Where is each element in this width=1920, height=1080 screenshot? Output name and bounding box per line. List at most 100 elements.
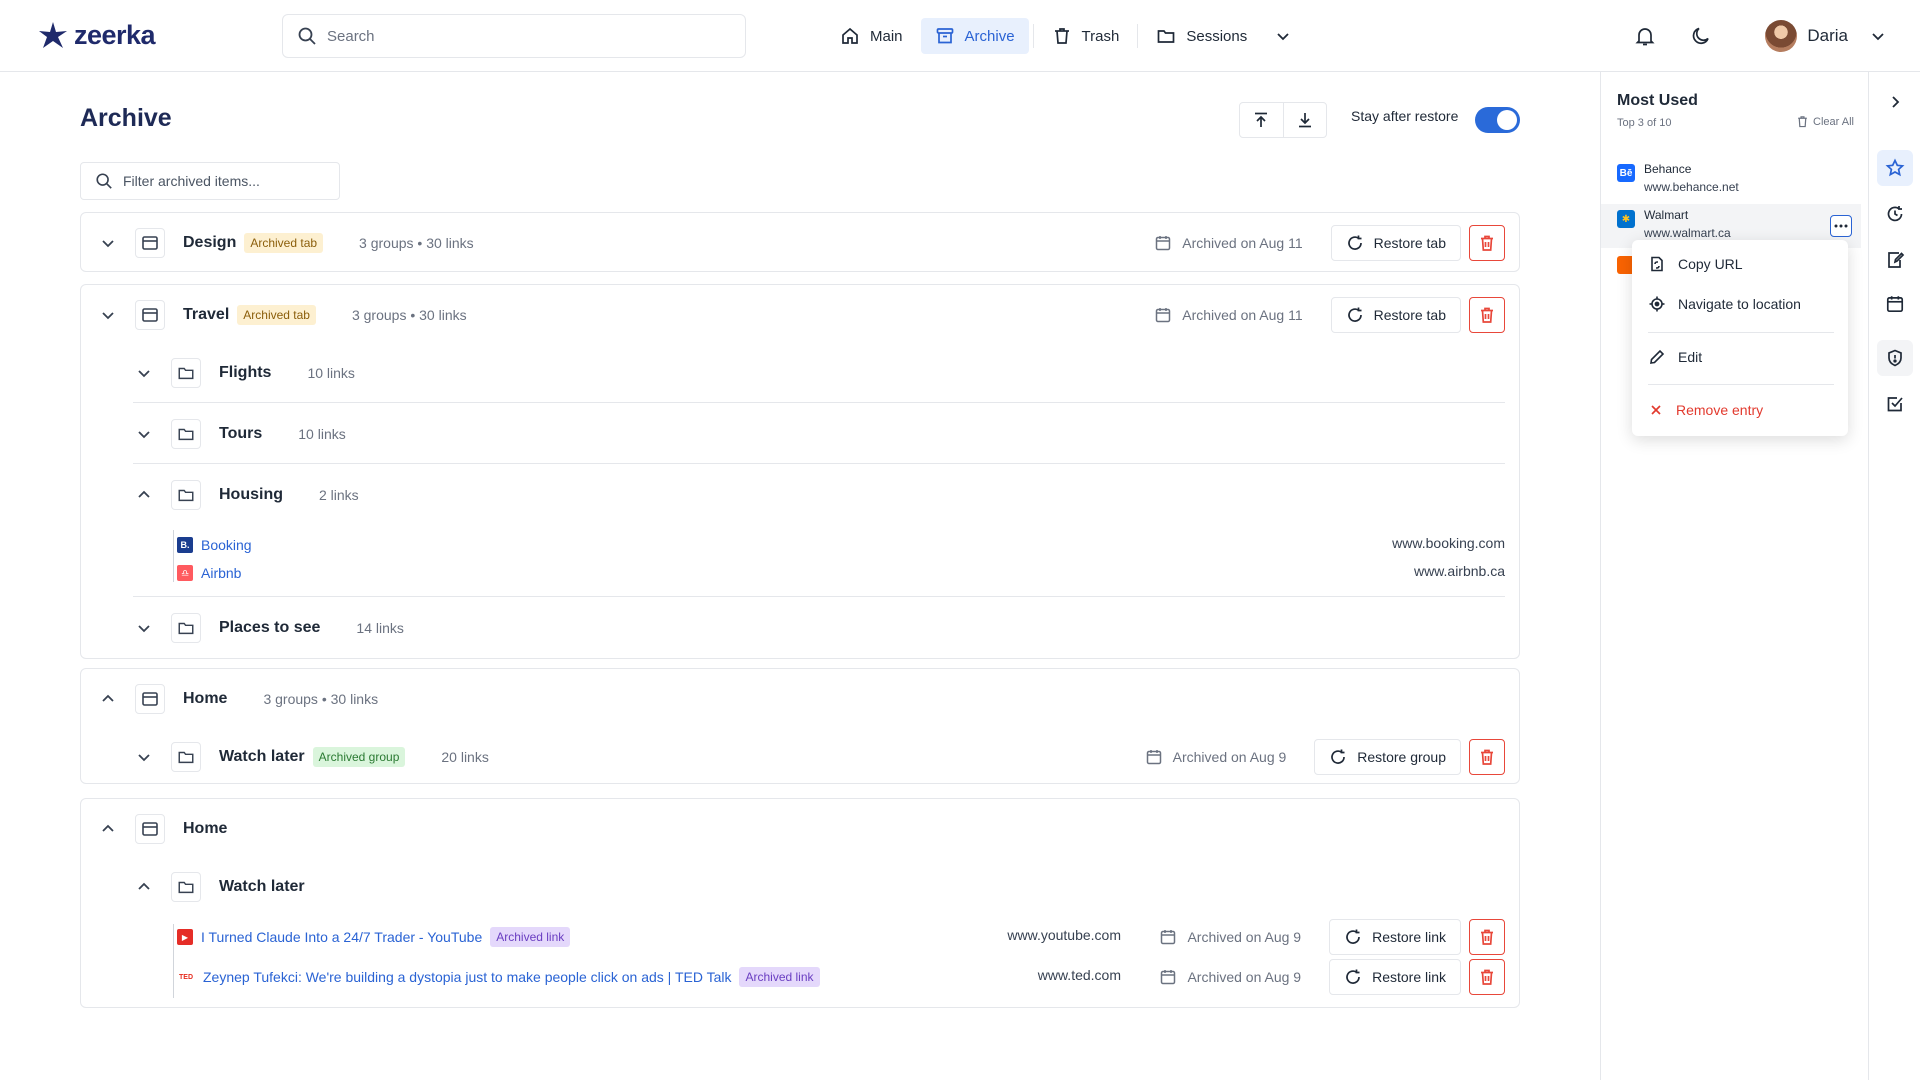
chevron-down-icon <box>138 754 150 762</box>
restore-icon <box>1346 929 1360 944</box>
rail-notes[interactable] <box>1877 242 1913 278</box>
moon-icon <box>1690 25 1712 47</box>
browser-tab-icon <box>135 300 165 330</box>
user-menu[interactable]: Daria <box>1765 20 1886 52</box>
tab-title: Travel <box>183 306 230 323</box>
theme-toggle-button[interactable] <box>1681 16 1721 56</box>
rail-tasks[interactable] <box>1877 386 1913 422</box>
chevron-up-icon <box>102 824 114 832</box>
tab-actions: Archived on Aug 11 Restore tab <box>1154 225 1505 261</box>
delete-button[interactable] <box>1469 297 1505 333</box>
restore-link-button[interactable]: Restore link <box>1329 959 1461 995</box>
chevron-up-icon <box>138 882 150 890</box>
stay-after-restore-toggle[interactable] <box>1475 107 1520 133</box>
filter-input[interactable] <box>123 173 323 189</box>
page-title: Archive <box>80 104 172 132</box>
logo[interactable]: zeerka <box>38 20 156 51</box>
tab-actions: Archived on Aug 11 Restore tab <box>1154 297 1505 333</box>
group-meta: 10 links <box>307 365 355 381</box>
tab-title: Design <box>183 234 237 251</box>
menu-copy-url[interactable]: Copy URL <box>1632 246 1848 282</box>
expand-button[interactable] <box>131 615 157 641</box>
group-row: Watch later Archived group 20 links Arch… <box>81 729 1519 785</box>
airbnb-favicon-icon: ♎ <box>177 565 193 581</box>
rail-calendar[interactable] <box>1877 286 1913 322</box>
trash-icon <box>1052 26 1072 46</box>
collapse-panel-button[interactable] <box>1877 84 1913 120</box>
collapse-button[interactable] <box>131 482 157 508</box>
nav-main-label: Main <box>870 27 903 45</box>
expand-button[interactable] <box>95 230 121 256</box>
folder-icon <box>1156 26 1176 46</box>
user-name: Daria <box>1807 26 1848 45</box>
star-icon <box>1885 158 1905 177</box>
rail-favorites[interactable] <box>1877 150 1913 186</box>
calendar-icon <box>1161 930 1176 945</box>
expand-button[interactable] <box>131 744 157 770</box>
item-name: Walmart <box>1644 208 1689 222</box>
nav-sessions[interactable]: Sessions <box>1142 18 1261 54</box>
expand-button[interactable] <box>95 302 121 328</box>
archived-date: Archived on Aug 9 <box>1145 748 1287 766</box>
restore-tab-button[interactable]: Restore tab <box>1330 297 1461 333</box>
expand-button[interactable] <box>131 360 157 386</box>
filter-box[interactable] <box>80 162 340 200</box>
delete-button[interactable] <box>1469 739 1505 775</box>
restore-link-button[interactable]: Restore link <box>1329 919 1461 955</box>
ted-favicon-icon: TED <box>177 969 195 985</box>
archived-tab-card: Design Archived tab 3 groups • 30 links … <box>80 212 1520 272</box>
link-title: Booking <box>201 537 252 553</box>
nav-trash[interactable]: Trash <box>1038 18 1134 54</box>
most-used-panel: Most Used Top 3 of 10 Clear All Bē Behan… <box>1600 72 1868 1080</box>
folder-icon <box>171 613 201 643</box>
notifications-button[interactable] <box>1625 16 1665 56</box>
walmart-favicon-icon: ✱ <box>1617 210 1635 228</box>
link-url: www.youtube.com <box>1007 927 1121 943</box>
search-box[interactable] <box>282 14 746 58</box>
status-badge: Archived link <box>739 967 820 987</box>
folder-icon <box>171 358 201 388</box>
rail-security[interactable] <box>1877 340 1913 376</box>
rail-history[interactable] <box>1877 196 1913 232</box>
delete-button[interactable] <box>1469 919 1505 955</box>
expand-button[interactable] <box>131 421 157 447</box>
sessions-dropdown-button[interactable] <box>1265 18 1301 54</box>
download-button[interactable] <box>1282 103 1326 137</box>
tab-title: Home <box>183 820 228 837</box>
most-used-item[interactable]: Bē Behance www.behance.net <box>1601 158 1861 202</box>
menu-navigate[interactable]: Navigate to location <box>1632 286 1848 322</box>
search-input[interactable] <box>327 27 707 45</box>
more-options-button[interactable] <box>1830 215 1852 237</box>
collapse-button[interactable] <box>131 874 157 900</box>
delete-button[interactable] <box>1469 225 1505 261</box>
behance-favicon-icon: Bē <box>1617 164 1635 182</box>
restore-tab-label: Restore tab <box>1373 235 1446 251</box>
link-item[interactable]: ♎ Airbnb <box>177 563 241 583</box>
delete-button[interactable] <box>1469 959 1505 995</box>
menu-edit[interactable]: Edit <box>1632 339 1848 375</box>
menu-remove-entry[interactable]: Remove entry <box>1632 392 1848 428</box>
group-title: Flights <box>219 364 272 381</box>
export-button[interactable] <box>1240 103 1283 137</box>
calendar-icon <box>1146 750 1161 765</box>
upload-icon <box>1252 111 1270 129</box>
archived-date-text: Archived on Aug 9 <box>1172 749 1287 765</box>
restore-tab-button[interactable]: Restore tab <box>1330 225 1461 261</box>
link-item[interactable]: ▶ I Turned Claude Into a 24/7 Trader - Y… <box>177 927 571 947</box>
collapse-button[interactable] <box>95 686 121 712</box>
link-item[interactable]: TED Zeynep Tufekci: We're building a dys… <box>177 967 820 987</box>
home-tab-card: Home Watch later ▶ I Turned Claude Into … <box>80 798 1520 1008</box>
group-title: Tours <box>219 425 263 442</box>
trash-icon <box>1481 235 1493 251</box>
download-icon <box>1296 111 1314 129</box>
collapse-button[interactable] <box>95 816 121 842</box>
nav-main[interactable]: Main <box>826 18 917 54</box>
nav-archive[interactable]: Archive <box>920 18 1029 54</box>
group-row: Flights 10 links <box>81 345 1519 401</box>
link-item[interactable]: B. Booking <box>177 535 252 555</box>
calendar-icon <box>1161 970 1176 985</box>
chevron-down-icon <box>138 625 150 633</box>
booking-favicon-icon: B. <box>177 537 193 553</box>
restore-group-button[interactable]: Restore group <box>1314 739 1461 775</box>
clear-all-button[interactable]: Clear All <box>1796 115 1854 128</box>
